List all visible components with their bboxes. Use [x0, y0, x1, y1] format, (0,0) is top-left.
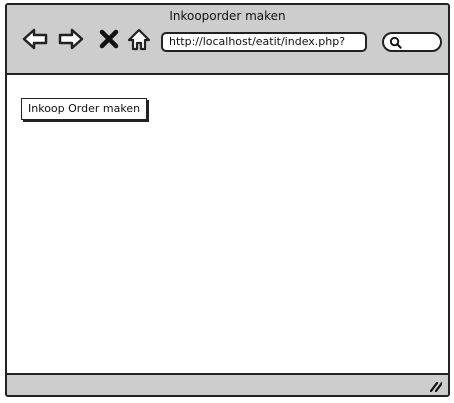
- back-arrow-icon[interactable]: [21, 25, 49, 53]
- address-bar[interactable]: http://localhost/eatit/index.php?: [161, 32, 367, 52]
- window-title: Inkooporder maken: [169, 9, 286, 23]
- close-x-icon[interactable]: [95, 25, 123, 53]
- browser-toolbar: Inkooporder maken http://localhost/eatit…: [7, 5, 448, 75]
- inkoop-order-maken-button[interactable]: Inkoop Order maken: [21, 98, 148, 120]
- search-icon: [389, 36, 402, 49]
- page-content: Inkoop Order maken: [7, 75, 448, 375]
- browser-window: Inkooporder maken http://localhost/eatit…: [5, 3, 450, 397]
- search-input[interactable]: [382, 32, 442, 52]
- home-icon[interactable]: [125, 25, 153, 53]
- status-bar: [7, 373, 448, 395]
- forward-arrow-icon[interactable]: [57, 25, 85, 53]
- resize-grip-icon[interactable]: [428, 378, 442, 392]
